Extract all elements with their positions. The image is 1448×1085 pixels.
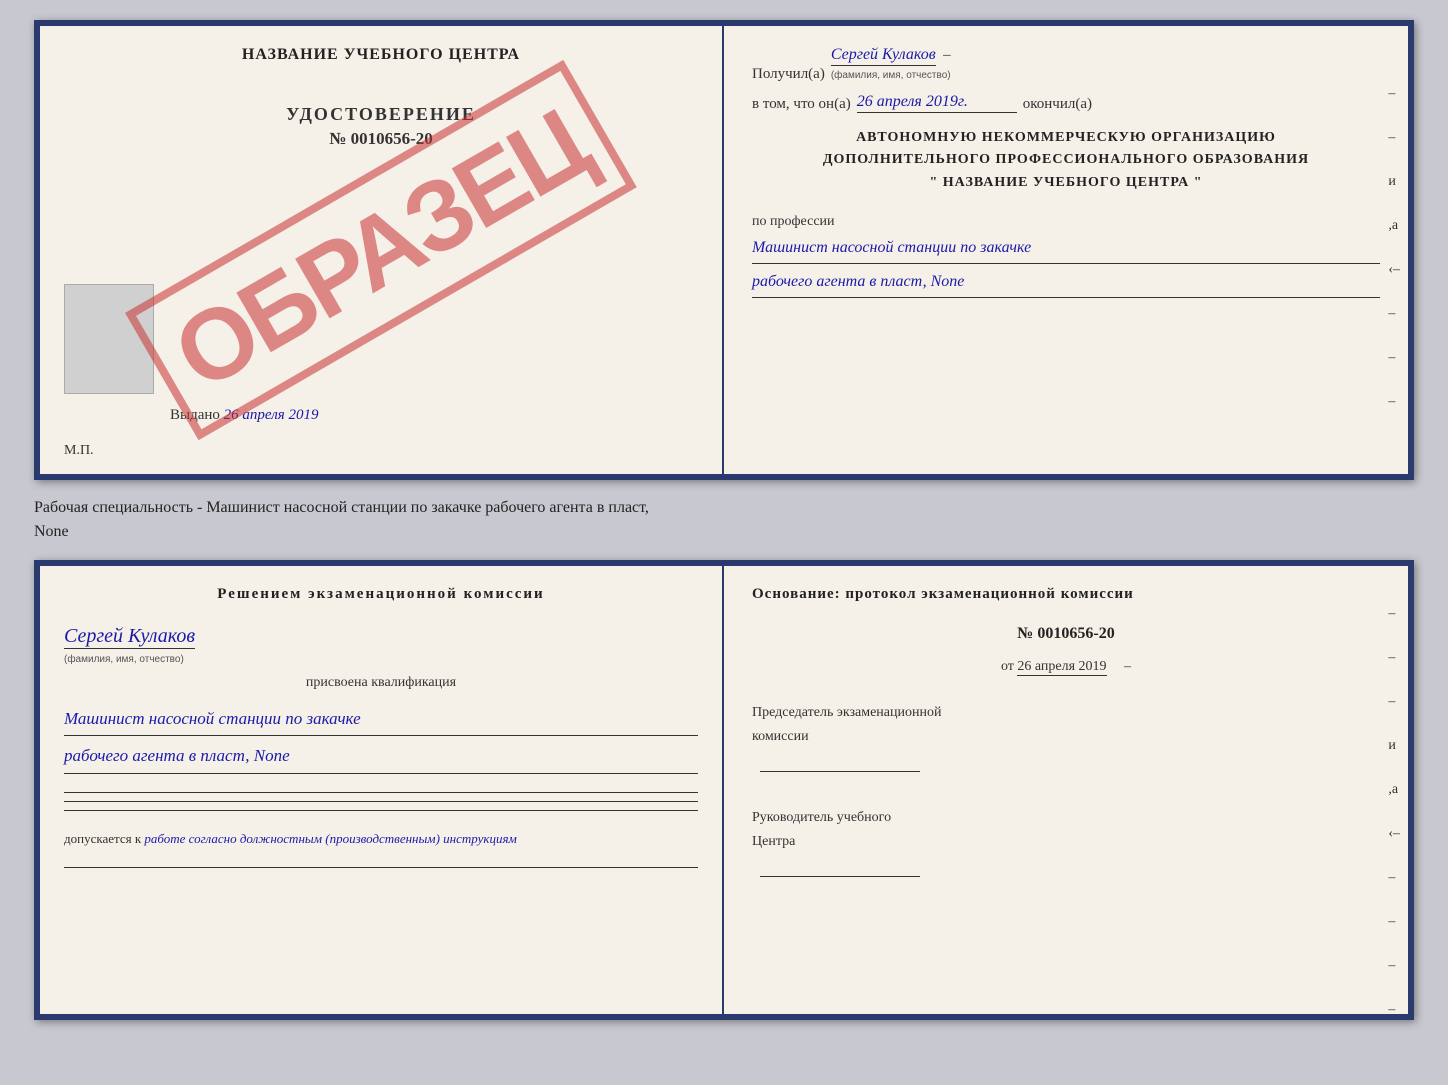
top-right-panel: Получил(а) Сергей Кулаков – (фамилия, им… — [724, 26, 1408, 474]
received-label: Получил(а) — [752, 66, 825, 83]
predsed-block: Председатель экзаменационной комиссии — [752, 701, 1380, 780]
vydano-date: 26 апреля 2019 — [224, 407, 319, 423]
protocol-number: № 0010656-20 — [752, 625, 1380, 643]
protocol-date: от 26 апреля 2019 – — [752, 659, 1380, 675]
predsed-label: Председатель экзаменационной комиссии — [752, 701, 1380, 749]
top-left-panel: НАЗВАНИЕ УЧЕБНОГО ЦЕНТРА ОБРАЗЕЦ УДОСТОВ… — [40, 26, 724, 474]
right-dashes-bottom: – – – и ,а ‹– – – – – — [1388, 606, 1400, 1018]
fio-sub: (фамилия, имя, отчество) — [831, 70, 951, 81]
sep4 — [64, 867, 698, 868]
sep2 — [64, 801, 698, 802]
bottom-left-panel: Решением экзаменационной комиссии Сергей… — [40, 566, 724, 1014]
допускается-block: допускается к работе согласно должностны… — [64, 829, 698, 850]
org-block: АВТОНОМНУЮ НЕКОММЕРЧЕСКУЮ ОРГАНИЗАЦИЮ ДО… — [752, 127, 1380, 194]
ruk-sig-line — [760, 876, 920, 877]
profession2: рабочего агента в пласт, None — [752, 268, 1380, 298]
right-dashes: – – и ,а ‹– – – – — [1388, 86, 1400, 410]
assigned-text: присвоена квалификация — [64, 675, 698, 691]
org-quote: " НАЗВАНИЕ УЧЕБНОГО ЦЕНТРА " — [752, 172, 1380, 194]
profession-block: по профессии Машинист насосной станции п… — [752, 214, 1380, 298]
qualification-block: Машинист насосной станции по закачке раб… — [64, 699, 698, 774]
decision-title: Решением экзаменационной комиссии — [64, 586, 698, 603]
predsed-sig-line — [760, 771, 920, 772]
bottom-name-block: Сергей Кулаков (фамилия, имя, отчество) — [64, 619, 698, 667]
protocol-date-value: 26 апреля 2019 — [1017, 659, 1106, 676]
bottom-document: Решением экзаменационной комиссии Сергей… — [34, 560, 1414, 1020]
допускается-label: допускается к — [64, 831, 141, 846]
okончил-label: окончил(а) — [1023, 96, 1092, 113]
ruk-label: Руководитель учебного Центра — [752, 806, 1380, 854]
vtom-line: в том, что он(а) 26 апреля 2019г. окончи… — [752, 93, 1380, 113]
sep1 — [64, 792, 698, 793]
divider-line2: None — [34, 523, 69, 540]
vtom-label: в том, что он(а) — [752, 96, 851, 113]
udostoverenie-block: УДОСТОВЕРЕНИЕ № 0010656-20 — [286, 104, 476, 149]
bottom-name: Сергей Кулаков — [64, 625, 195, 649]
top-center-title: НАЗВАНИЕ УЧЕБНОГО ЦЕНТРА — [242, 46, 520, 64]
sep3 — [64, 810, 698, 811]
vtom-date: 26 апреля 2019г. — [857, 93, 1017, 113]
divider-text: Рабочая специальность - Машинист насосно… — [34, 492, 1414, 548]
protocol-date-prefix: от — [1001, 659, 1014, 674]
допускается-value: работе согласно должностным (производств… — [144, 831, 516, 846]
org-line2: ДОПОЛНИТЕЛЬНОГО ПРОФЕССИОНАЛЬНОГО ОБРАЗО… — [752, 149, 1380, 171]
bottom-right-panel: Основание: протокол экзаменационной коми… — [724, 566, 1408, 1014]
bottom-fio-sub: (фамилия, имя, отчество) — [64, 654, 184, 665]
received-line: Получил(а) Сергей Кулаков – (фамилия, им… — [752, 46, 1380, 83]
received-name: Сергей Кулаков — [831, 46, 936, 66]
vydano-label: Выдано — [170, 407, 220, 423]
udostoverenie-title: УДОСТОВЕРЕНИЕ — [286, 104, 476, 125]
profession1: Машинист насосной станции по закачке — [752, 234, 1380, 264]
bottom-lines — [64, 790, 698, 811]
vydano-line: Выдано 26 апреля 2019 — [170, 407, 318, 424]
ruk-block: Руководитель учебного Центра — [752, 806, 1380, 885]
photo-placeholder — [64, 284, 154, 394]
po-professii: по профессии — [752, 214, 835, 229]
qualification2: рабочего агента в пласт, None — [64, 740, 698, 773]
org-line1: АВТОНОМНУЮ НЕКОММЕРЧЕСКУЮ ОРГАНИЗАЦИЮ — [752, 127, 1380, 149]
osnov-title: Основание: протокол экзаменационной коми… — [752, 586, 1380, 603]
divider-line1: Рабочая специальность - Машинист насосно… — [34, 499, 649, 516]
top-document: НАЗВАНИЕ УЧЕБНОГО ЦЕНТРА ОБРАЗЕЦ УДОСТОВ… — [34, 20, 1414, 480]
qualification1: Машинист насосной станции по закачке — [64, 703, 698, 736]
udostoverenie-number: № 0010656-20 — [286, 129, 476, 149]
mp-text: М.П. — [64, 443, 94, 459]
